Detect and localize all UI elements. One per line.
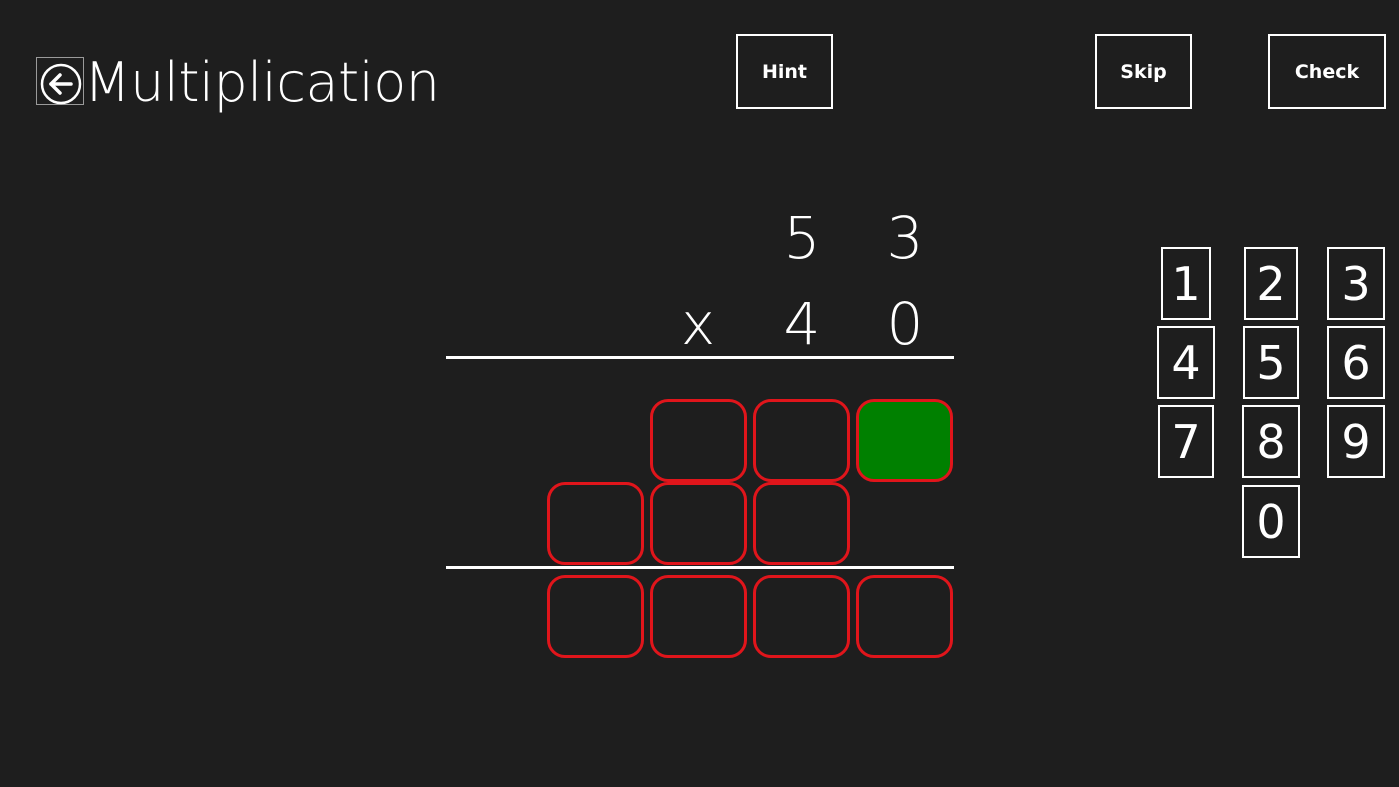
multiplicand-ones-digit: 3 [886, 204, 924, 272]
page-title: Multiplication [84, 51, 440, 114]
check-button[interactable]: Check [1268, 34, 1386, 109]
result-thousands-box[interactable] [547, 575, 644, 658]
result-hundreds-box[interactable] [650, 575, 747, 658]
multiplicand-tens-digit: 5 [783, 204, 821, 272]
multiplier-ones-digit: 0 [886, 290, 924, 358]
skip-button[interactable]: Skip [1095, 34, 1192, 109]
partial-row-1-ones-box[interactable] [856, 399, 953, 482]
hint-button[interactable]: Hint [736, 34, 833, 109]
multiplier-tens-digit: 4 [783, 290, 821, 358]
back-button[interactable] [36, 57, 84, 105]
keypad-key-5[interactable]: 5 [1243, 326, 1299, 399]
multiply-operator: x [680, 290, 716, 358]
partial-row-2-hundreds-box[interactable] [650, 482, 747, 565]
problem-divider [446, 356, 954, 359]
keypad-key-6[interactable]: 6 [1327, 326, 1385, 399]
keypad-key-7[interactable]: 7 [1158, 405, 1214, 478]
keypad-key-8[interactable]: 8 [1242, 405, 1300, 478]
partial-row-1-tens-box[interactable] [753, 399, 850, 482]
keypad-key-0[interactable]: 0 [1242, 485, 1300, 558]
sum-divider [446, 566, 954, 569]
partial-row-1-hundreds-box[interactable] [650, 399, 747, 482]
keypad-key-1[interactable]: 1 [1161, 247, 1211, 320]
arrow-left-circle-icon [40, 63, 82, 105]
keypad-key-4[interactable]: 4 [1157, 326, 1215, 399]
keypad-key-9[interactable]: 9 [1327, 405, 1385, 478]
multiplication-app: Multiplication Hint Skip Check 5 3 x 4 0… [0, 0, 1399, 787]
partial-row-2-thousands-box[interactable] [547, 482, 644, 565]
keypad-key-2[interactable]: 2 [1244, 247, 1298, 320]
result-tens-box[interactable] [753, 575, 850, 658]
partial-row-2-tens-box[interactable] [753, 482, 850, 565]
keypad-key-3[interactable]: 3 [1327, 247, 1385, 320]
result-ones-box[interactable] [856, 575, 953, 658]
